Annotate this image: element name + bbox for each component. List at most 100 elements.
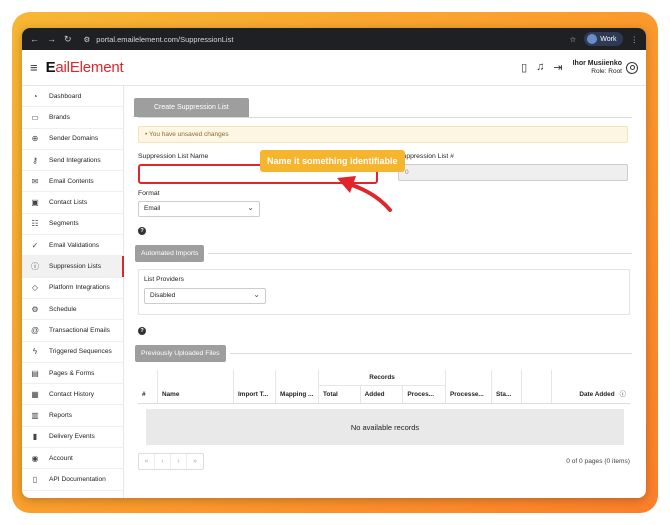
col-status[interactable]: Sta...	[492, 370, 522, 403]
previous-files-header[interactable]: Previously Uploaded Files	[135, 345, 226, 362]
sidebar-item-dashboard[interactable]: ◔ Dashboard	[22, 86, 123, 108]
suppression-list-number-field: 0	[398, 164, 628, 181]
sidebar-item-contact-lists[interactable]: ▣ Contact Lists	[22, 192, 123, 214]
format-label: Format	[138, 190, 160, 197]
next-page-button[interactable]: ›	[171, 454, 187, 469]
sidebar-item-label: Schedule	[49, 305, 77, 313]
logo[interactable]: EailElement	[46, 59, 124, 76]
col-import-type[interactable]: Import T...	[234, 370, 276, 403]
sidebar-item-label: Triggered Sequences	[49, 348, 112, 356]
sidebar-item-reports[interactable]: ▥ Reports	[22, 405, 123, 427]
col-date-added[interactable]: Date Added ⓘ	[552, 370, 630, 403]
reload-icon[interactable]: ↻	[64, 34, 72, 45]
bookmark-star-icon[interactable]: ☆	[570, 35, 577, 44]
sidebar-item-platform-integrations[interactable]: ◇ Platform Integrations	[22, 278, 123, 299]
sidebar-item-account[interactable]: ◉ Account	[22, 448, 123, 470]
prev-page-button[interactable]: ‹	[155, 454, 171, 469]
forward-icon[interactable]: →	[47, 34, 56, 45]
sidebar-item-segments[interactable]: ☷ Segments	[22, 214, 123, 236]
pagination: « ‹ › » 0 of 0 pages (0 items)	[138, 453, 630, 470]
automated-imports-header[interactable]: Automated Imports	[135, 245, 205, 262]
sidebar-item-label: Transactional Emails	[49, 326, 110, 334]
help-icon[interactable]: ?	[138, 227, 146, 235]
hamburger-menu-icon[interactable]: ≡	[30, 60, 38, 75]
sidebar-item-label: Reports	[49, 412, 73, 420]
sidebar-item-label: Contact History	[49, 390, 95, 398]
globe-icon: ⊕	[31, 134, 39, 144]
sidebar-item-label: Sender Domains	[49, 135, 99, 143]
col-total[interactable]: Total	[319, 386, 361, 403]
records-group-label: Records	[319, 370, 445, 386]
sidebar-item-label: Email Validations	[49, 241, 100, 249]
col-added[interactable]: Added	[361, 386, 404, 403]
alert-icon: ⓘ	[31, 262, 39, 272]
sidebar-item-delivery-events[interactable]: ▮ Delivery Events	[22, 427, 123, 449]
sidebar-item-schedule[interactable]: ⚙ Schedule	[22, 299, 123, 321]
chart-icon: ▮	[32, 432, 38, 442]
account-icon: ◉	[31, 453, 39, 463]
app-header: ≡ EailElement ▯ ♫ ⇥ Ihor Musiienko Role:…	[22, 50, 646, 86]
at-icon: @	[30, 325, 40, 335]
sidebar-item-brands[interactable]: ▭ Brands	[22, 107, 123, 129]
user-role: Role: Root	[591, 67, 622, 75]
number-label: Suppression List #	[398, 153, 454, 160]
col-blank	[522, 370, 552, 403]
brands-icon: ▭	[31, 112, 39, 122]
sidebar-item-contact-history[interactable]: ▦ Contact History	[22, 384, 123, 406]
tab-create-suppression-list[interactable]: Create Suppression List	[134, 98, 249, 117]
browser-menu-icon[interactable]: ⋮	[631, 35, 639, 44]
divider	[229, 353, 632, 354]
sidebar-item-send-integrations[interactable]: ⚷ Send Integrations	[22, 150, 123, 172]
sidebar-item-label: Send Integrations	[49, 156, 101, 164]
sidebar-item-pages-forms[interactable]: ▤ Pages & Forms	[22, 363, 123, 385]
help-icon[interactable]: ?	[138, 327, 146, 335]
divider	[208, 253, 632, 254]
warning-icon: •	[145, 131, 148, 138]
reports-icon: ▥	[31, 411, 39, 421]
account-avatar-icon[interactable]	[626, 61, 638, 74]
site-settings-icon[interactable]: ⚙	[84, 35, 91, 44]
tutorial-callout: Name it something identifiable	[260, 150, 405, 172]
url-text: portal.emailelement.com/SuppressionList	[96, 34, 234, 44]
table-header: # Name Import T... Mapping ... Records T…	[138, 370, 630, 404]
address-bar[interactable]: ⚙ portal.emailelement.com/SuppressionLis…	[84, 35, 570, 44]
format-select[interactable]: Email	[138, 201, 260, 217]
sidebar: ◔ Dashboard ▭ Brands ⊕ Sender Domains ⚷ Send In…	[22, 86, 124, 498]
profile-avatar-icon	[587, 34, 598, 44]
pager-info: 0 of 0 pages (0 items)	[566, 458, 630, 465]
sidebar-item-transactional-emails[interactable]: @ Transactional Emails	[22, 320, 123, 342]
col-processed-2[interactable]: Processe...	[446, 370, 492, 403]
unsaved-changes-alert: • You have unsaved changes	[138, 126, 628, 143]
browser-chrome: ← → ↻ ⚙ portal.emailelement.com/Suppress…	[22, 28, 646, 50]
sidebar-item-label: Delivery Events	[49, 433, 95, 441]
key-icon: ⚷	[32, 155, 38, 165]
phone-icon[interactable]: ▯	[521, 61, 527, 74]
list-providers-select[interactable]: Disabled	[144, 288, 266, 304]
browser-window: ← → ↻ ⚙ portal.emailelement.com/Suppress…	[22, 28, 646, 498]
sidebar-item-label: Segments	[49, 220, 79, 228]
sidebar-item-sender-domains[interactable]: ⊕ Sender Domains	[22, 129, 123, 150]
gear-icon: ⚙	[31, 304, 39, 314]
profile-button[interactable]: Work	[584, 32, 623, 46]
col-name[interactable]: Name	[158, 370, 234, 403]
col-mapping[interactable]: Mapping ...	[276, 370, 319, 403]
sidebar-item-api-documentation[interactable]: ▯ API Documentation	[22, 469, 123, 491]
bell-icon[interactable]: ♫	[536, 61, 544, 74]
sidebar-item-triggered-sequences[interactable]: ϟ Triggered Sequences	[22, 342, 123, 363]
list-providers-box: List Providers Disabled	[138, 269, 630, 315]
sidebar-item-suppression-lists[interactable]: ⓘ Suppression Lists	[22, 256, 124, 278]
last-page-button[interactable]: »	[187, 454, 203, 469]
sidebar-item-label: Platform Integrations	[49, 284, 110, 292]
back-icon[interactable]: ←	[30, 34, 39, 45]
first-page-button[interactable]: «	[139, 454, 155, 469]
col-index[interactable]: #	[138, 370, 158, 403]
info-icon[interactable]: ⓘ	[620, 389, 626, 398]
sidebar-item-email-contents[interactable]: ✉ Email Contents	[22, 171, 123, 193]
sidebar-item-label: Email Contents	[49, 177, 94, 185]
col-processed[interactable]: Proces...	[403, 386, 445, 403]
logout-icon[interactable]: ⇥	[553, 61, 562, 74]
uploaded-files-table: # Name Import T... Mapping ... Records T…	[138, 370, 630, 470]
book-icon: ▯	[32, 474, 38, 484]
sidebar-item-label: Pages & Forms	[49, 369, 95, 377]
sidebar-item-email-validations[interactable]: ✓ Email Validations	[22, 235, 123, 257]
